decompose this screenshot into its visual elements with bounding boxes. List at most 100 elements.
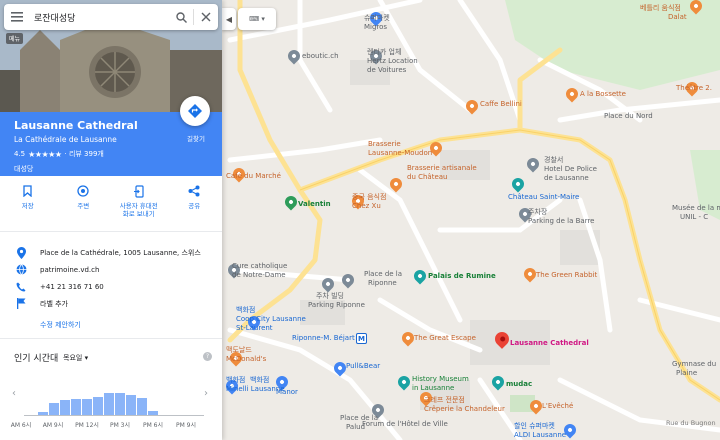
search-input[interactable]: 로잔대성당 bbox=[30, 11, 169, 24]
place-alt-name: La Cathédrale de Lausanne bbox=[14, 135, 117, 144]
place-details: Place de la Cathédrale, 1005 Lausanne, 스… bbox=[0, 244, 222, 312]
phone-number[interactable]: +41 21 316 71 60 bbox=[40, 283, 104, 291]
add-label-text: 라벨 추가 bbox=[40, 299, 68, 308]
popular-times-chart bbox=[24, 376, 204, 416]
place-title: Lausanne Cathedral bbox=[14, 119, 138, 132]
map-poi-label: 경찰서 bbox=[544, 156, 564, 164]
map-poi-label: 중국 음식점 bbox=[352, 193, 387, 201]
website-row[interactable]: patrimoine.vd.ch bbox=[0, 261, 222, 278]
reviews-link[interactable]: · 리뷰 399개 bbox=[65, 149, 104, 159]
suggest-edit-link[interactable]: 수정 제안하기 bbox=[40, 320, 81, 330]
directions-button[interactable] bbox=[180, 96, 210, 126]
map-poi-label: 맥도날드 bbox=[226, 346, 252, 354]
map-poi-label: 백화점 bbox=[236, 306, 256, 314]
map-poi-label: A la Bossette bbox=[580, 90, 626, 98]
next-day-arrow-icon[interactable]: › bbox=[204, 388, 208, 399]
menu-tooltip: 메뉴 bbox=[6, 33, 24, 44]
popular-times-bar[interactable] bbox=[71, 399, 81, 415]
keyboard-icon: ⌨ ▾ bbox=[249, 15, 265, 23]
nearby-button[interactable]: 주변 bbox=[56, 176, 112, 231]
map-poi-label: Forum de l'Hôtel de Ville bbox=[362, 420, 448, 428]
map-poi-label: L'Evêché bbox=[542, 402, 574, 410]
popular-times-bar[interactable] bbox=[60, 399, 70, 415]
map-poi-label: Valentin bbox=[298, 200, 331, 208]
map-poi-label: mudac bbox=[506, 380, 533, 388]
map-poi-label: eboutic.ch bbox=[302, 52, 339, 60]
dropdown-caret-icon: ▾ bbox=[84, 354, 89, 362]
day-selector[interactable]: 목요일 ▾ bbox=[63, 353, 88, 363]
popular-times-bar[interactable] bbox=[126, 395, 136, 415]
chart-tick-label: AM 6시 bbox=[10, 422, 32, 429]
send-to-phone-icon bbox=[132, 184, 146, 198]
directions-icon bbox=[188, 104, 202, 118]
popular-times-bar[interactable] bbox=[115, 393, 125, 415]
metro-icon[interactable]: M bbox=[356, 333, 367, 344]
send-to-phone-label: 사용자 휴대전화로 보내기 bbox=[119, 202, 158, 219]
nearby-label: 주변 bbox=[77, 202, 90, 210]
map-poi-label: 렌터카 업체 bbox=[367, 48, 402, 56]
nearby-icon bbox=[76, 184, 90, 198]
collapse-panel-button[interactable]: ◀ bbox=[222, 8, 236, 30]
popular-times-bar[interactable] bbox=[148, 411, 158, 415]
popular-times-bar[interactable] bbox=[38, 411, 48, 415]
section-divider bbox=[0, 338, 222, 339]
address-row[interactable]: Place de la Cathédrale, 1005 Lausanne, 스… bbox=[0, 244, 222, 261]
map-poi-label: Théâtre 2. bbox=[676, 84, 712, 92]
map-poi-label: Crêperie la Chandeleur bbox=[424, 405, 505, 413]
website-link[interactable]: patrimoine.vd.ch bbox=[40, 266, 99, 274]
popular-times-bar[interactable] bbox=[104, 393, 114, 415]
flag-icon bbox=[15, 298, 27, 310]
map-poi-label: Hotel De Police bbox=[544, 165, 597, 173]
phone-row[interactable]: +41 21 316 71 60 bbox=[0, 278, 222, 295]
map-poi-label: Lausanne-Moudon bbox=[368, 149, 433, 157]
help-icon[interactable]: ? bbox=[203, 352, 212, 361]
map-poi-label: The Great Escape bbox=[414, 334, 476, 342]
map-poi-label: The Green Rabbit bbox=[536, 271, 598, 279]
map-poi-label: Café du Marché bbox=[226, 172, 281, 180]
add-label-row[interactable]: 라벨 추가 bbox=[0, 295, 222, 312]
share-button[interactable]: 공유 bbox=[167, 176, 223, 231]
location-pin-icon bbox=[15, 246, 27, 259]
map-poi-label: Cure catholique bbox=[232, 262, 288, 270]
search-button[interactable] bbox=[169, 4, 193, 30]
chart-tick-label: PM 9시 bbox=[175, 422, 197, 429]
map-poi-label: Place du Nord bbox=[604, 112, 653, 120]
directions-label: 길찾기 bbox=[187, 135, 205, 143]
share-label: 공유 bbox=[188, 202, 201, 210]
map-poi-label: Chez Xu bbox=[352, 202, 381, 210]
popular-times-heading: 인기 시간대 bbox=[14, 354, 59, 364]
map-poi-label: Migros bbox=[364, 23, 388, 31]
menu-button[interactable] bbox=[4, 4, 30, 30]
map-poi-label: Riponne-M. Béjart bbox=[292, 334, 355, 342]
map-poi-label: 크레프 전문점 bbox=[424, 396, 465, 404]
map-poi-label: de Voitures bbox=[367, 66, 407, 74]
clear-search-button[interactable] bbox=[194, 4, 218, 30]
map-poi-label: UNIL - C bbox=[680, 213, 709, 221]
send-to-phone-button[interactable]: 사용자 휴대전화로 보내기 bbox=[111, 176, 167, 231]
search-bar[interactable]: 로잔대성당 bbox=[4, 4, 218, 30]
day-selector-value: 목요일 bbox=[63, 354, 83, 362]
map-poi-label: McDonald's bbox=[226, 355, 267, 363]
popular-times-bar[interactable] bbox=[82, 399, 92, 415]
map-poi-label: St-Laurent bbox=[236, 324, 273, 332]
selected-place-map-label[interactable]: Lausanne Cathedral bbox=[510, 339, 589, 347]
map-poi-label: Coop City Lausanne bbox=[236, 315, 306, 323]
chart-tick-label: PM 6시 bbox=[142, 422, 164, 429]
map-poi-label: Brasserie bbox=[368, 140, 401, 148]
popular-times-bar[interactable] bbox=[93, 397, 103, 415]
keyboard-input-button[interactable]: ⌨ ▾ bbox=[238, 8, 276, 30]
popular-times-bar[interactable] bbox=[137, 398, 147, 415]
chart-tick-label: PM 3시 bbox=[109, 422, 131, 429]
map-poi-label: de Lausanne bbox=[544, 174, 589, 182]
search-icon bbox=[175, 11, 187, 23]
popular-times-section: 인기 시간대 목요일 ▾ ? ‹ › AM 6시 AM 9시 PM 12시 PM… bbox=[0, 348, 222, 440]
previous-day-arrow-icon[interactable]: ‹ bbox=[12, 388, 16, 399]
map-poi-label: Parking Riponne bbox=[308, 301, 365, 309]
map-poi-label: Place de la bbox=[364, 270, 403, 278]
place-category[interactable]: 대성당 bbox=[14, 164, 208, 174]
globe-icon bbox=[15, 264, 27, 276]
popular-times-bar[interactable] bbox=[49, 403, 59, 415]
save-button[interactable]: 저장 bbox=[0, 176, 56, 231]
rating-row: 4.5 ★★★★★ · 리뷰 399개 bbox=[14, 149, 208, 159]
map-poi-label: 주차장 bbox=[528, 208, 548, 216]
